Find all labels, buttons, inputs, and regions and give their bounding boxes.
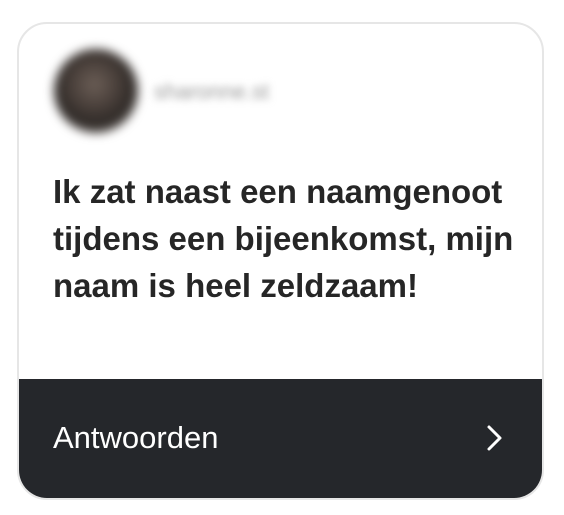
question-text: Ik zat naast een naamgenoot tijdens een …	[53, 173, 514, 304]
question-card: sharonne.st Ik zat naast een naamgenoot …	[17, 22, 544, 500]
card-header: sharonne.st	[19, 24, 542, 156]
reply-button[interactable]: Antwoorden	[19, 379, 542, 498]
avatar	[54, 49, 138, 133]
chevron-right-icon	[484, 424, 506, 452]
reply-label: Antwoorden	[53, 420, 219, 455]
username: sharonne.st	[154, 79, 269, 104]
